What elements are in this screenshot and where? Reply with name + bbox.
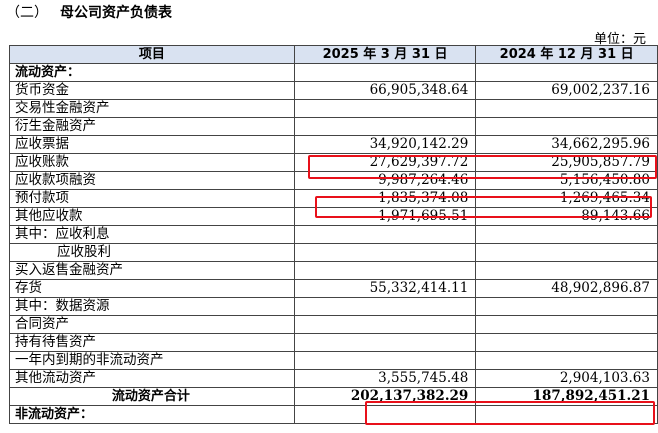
table-row: 衍生金融资产 <box>9 117 658 136</box>
table-row: 其他应收款 1,971,695.51 89,143.66 <box>9 207 658 226</box>
row-label: 交易性金融资产 <box>9 99 295 118</box>
value-2024 <box>475 99 658 118</box>
statement-title: 母公司资产负债表 <box>60 5 172 21</box>
header-date-2025: 2025 年 3 月 31 日 <box>293 45 477 64</box>
row-label: 预付款项 <box>9 189 295 208</box>
value-2025: 3,555,745.48 <box>293 369 477 388</box>
table-row: 存货 55,332,414.11 48,902,896.87 <box>9 279 658 298</box>
value-2024 <box>475 63 658 82</box>
table-row: 非流动资产： <box>9 405 658 424</box>
value-2024: 5,156,450.80 <box>475 171 658 190</box>
row-label: 流动资产合计 <box>9 387 295 406</box>
row-label: 应收股利 <box>9 243 295 262</box>
value-2024 <box>475 261 658 280</box>
value-2025: 27,629,397.72 <box>293 153 477 172</box>
row-label: 流动资产： <box>9 63 295 82</box>
value-2024: 187,892,451.21 <box>475 387 658 406</box>
value-2024 <box>475 405 658 424</box>
value-2025 <box>293 63 477 82</box>
value-2024: 69,002,237.16 <box>475 81 658 100</box>
value-2024: 89,143.66 <box>475 207 658 226</box>
value-2025 <box>293 261 477 280</box>
table-row: 应收票据 34,920,142.29 34,662,295.96 <box>9 135 658 154</box>
table-row: 货币资金 66,905,348.64 69,002,237.16 <box>9 81 658 100</box>
value-2024 <box>475 243 658 262</box>
row-label: 存货 <box>9 279 295 298</box>
row-label: 合同资产 <box>9 315 295 334</box>
value-2025 <box>293 117 477 136</box>
value-2025 <box>293 315 477 334</box>
value-2024: 34,662,295.96 <box>475 135 658 154</box>
value-2025: 1,835,374.08 <box>293 189 477 208</box>
header-row: 项目 2025 年 3 月 31 日 2024 年 12 月 31 日 <box>9 45 658 64</box>
value-2024 <box>475 351 658 370</box>
table-row: 其中：数据资源 <box>9 297 658 316</box>
table-row: 一年内到期的非流动资产 <box>9 351 658 370</box>
row-label: 其中：应收利息 <box>9 225 295 244</box>
row-label: 衍生金融资产 <box>9 117 295 136</box>
section-heading: （二） 母公司资产负债表 <box>6 2 172 21</box>
value-2024 <box>475 225 658 244</box>
row-label: 应收款项融资 <box>9 171 295 190</box>
value-2025 <box>293 405 477 424</box>
value-2024 <box>475 315 658 334</box>
balance-sheet-table: 项目 2025 年 3 月 31 日 2024 年 12 月 31 日 流动资产… <box>9 45 658 424</box>
value-2024: 48,902,896.87 <box>475 279 658 298</box>
table-row: 流动资产： <box>9 63 658 82</box>
value-2025 <box>293 243 477 262</box>
value-2024 <box>475 117 658 136</box>
table-row: 交易性金融资产 <box>9 99 658 118</box>
value-2025 <box>293 333 477 352</box>
row-label: 应收账款 <box>9 153 295 172</box>
table-row: 应收账款 27,629,397.72 25,905,857.79 <box>9 153 658 172</box>
table-row: 其中：应收利息 <box>9 225 658 244</box>
row-label: 持有待售资产 <box>9 333 295 352</box>
row-label: 货币资金 <box>9 81 295 100</box>
row-label: 买入返售金融资产 <box>9 261 295 280</box>
table-row: 合同资产 <box>9 315 658 334</box>
header-item: 项目 <box>9 45 295 64</box>
value-2024 <box>475 297 658 316</box>
header-date-2024: 2024 年 12 月 31 日 <box>475 45 658 64</box>
row-label: 非流动资产： <box>9 405 295 424</box>
table-row: 应收股利 <box>9 243 658 262</box>
value-2025 <box>293 99 477 118</box>
value-2025: 34,920,142.29 <box>293 135 477 154</box>
table-row: 买入返售金融资产 <box>9 261 658 280</box>
table-row: 应收款项融资 9,987,264.46 5,156,450.80 <box>9 171 658 190</box>
value-2024: 25,905,857.79 <box>475 153 658 172</box>
row-label: 其他流动资产 <box>9 369 295 388</box>
value-2025 <box>293 297 477 316</box>
value-2025: 1,971,695.51 <box>293 207 477 226</box>
table-row: 其他流动资产 3,555,745.48 2,904,103.63 <box>9 369 658 388</box>
value-2024: 1,269,465.34 <box>475 189 658 208</box>
value-2025: 55,332,414.11 <box>293 279 477 298</box>
section-number: （二） <box>6 5 48 21</box>
value-2025: 66,905,348.64 <box>293 81 477 100</box>
value-2024: 2,904,103.63 <box>475 369 658 388</box>
value-2024 <box>475 333 658 352</box>
value-2025 <box>293 351 477 370</box>
table-row: 持有待售资产 <box>9 333 658 352</box>
value-2025 <box>293 225 477 244</box>
table-row: 预付款项 1,835,374.08 1,269,465.34 <box>9 189 658 208</box>
value-2025: 202,137,382.29 <box>293 387 477 406</box>
row-label: 其他应收款 <box>9 207 295 226</box>
row-label: 其中：数据资源 <box>9 297 295 316</box>
value-2025: 9,987,264.46 <box>293 171 477 190</box>
total-row: 流动资产合计 202,137,382.29 187,892,451.21 <box>9 387 658 406</box>
row-label: 一年内到期的非流动资产 <box>9 351 295 370</box>
row-label: 应收票据 <box>9 135 295 154</box>
